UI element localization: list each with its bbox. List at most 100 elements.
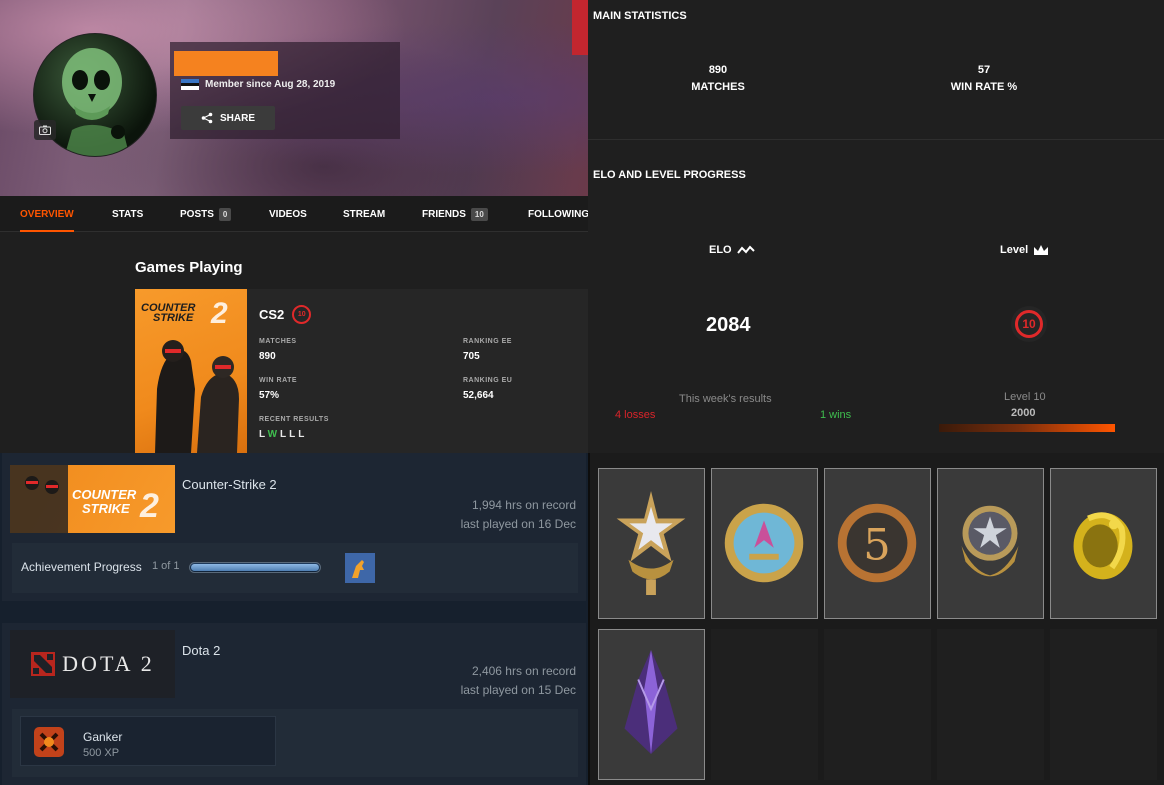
achievement-progress-bar bbox=[189, 562, 321, 573]
svg-text:5: 5 bbox=[863, 521, 890, 571]
skill-level-badge: 10 bbox=[292, 305, 312, 324]
achievement-progress-row[interactable]: Achievement Progress 1 of 1 bbox=[12, 543, 578, 593]
achievement-progress-label: Achievement Progress bbox=[21, 560, 142, 574]
losses-count: 4 losses bbox=[615, 409, 656, 421]
elo-trend-icon bbox=[736, 245, 755, 254]
result-loss: L bbox=[289, 429, 299, 440]
change-avatar-camera-button[interactable] bbox=[34, 120, 56, 140]
tab-posts[interactable]: POSTS 0 bbox=[180, 196, 232, 232]
hours-on-record: 1,994 hrs on record bbox=[471, 498, 576, 512]
result-loss: L bbox=[280, 429, 290, 440]
cs2-capsule-art: COUNTER STRIKE 2 bbox=[10, 465, 159, 533]
dota2-steam-card[interactable]: DOTA 2 Dota 2 2,406 hrs on record last p… bbox=[2, 623, 586, 785]
result-loss: L bbox=[259, 429, 268, 440]
inventory-item[interactable] bbox=[598, 468, 705, 619]
share-label: SHARE bbox=[219, 112, 255, 124]
posts-count-badge: 0 bbox=[218, 207, 232, 221]
tab-overview[interactable]: OVERVIEW bbox=[20, 196, 74, 232]
share-icon bbox=[201, 112, 213, 124]
main-statistics-title: MAIN STATISTICS bbox=[593, 10, 687, 22]
win-rate-value: 57% bbox=[259, 390, 280, 401]
global-offensive-badge-icon bbox=[961, 505, 1019, 577]
inventory-empty-slot bbox=[824, 629, 931, 780]
tab-label: STATS bbox=[112, 208, 144, 220]
inventory-item[interactable] bbox=[937, 468, 1044, 619]
ganker-badge-icon bbox=[34, 727, 64, 757]
five-year-veteran-coin-icon: 5 bbox=[837, 503, 917, 583]
steam-recent-games: COUNTER STRIKE 2 Counter-Strike 2 1,994 … bbox=[0, 453, 588, 785]
result-loss: L bbox=[298, 429, 308, 440]
matches-stat-label: MATCHES bbox=[691, 81, 745, 93]
cs2-capsule-image: COUNTER STRIKE 2 bbox=[10, 465, 175, 533]
member-since-text: Member since Aug 28, 2019 bbox=[205, 79, 336, 90]
matches-value: 890 bbox=[259, 351, 276, 362]
tab-following[interactable]: FOLLOWING bbox=[528, 196, 588, 232]
dota2-capsule-image: DOTA 2 bbox=[10, 630, 175, 698]
badge-row: Ganker 500 XP bbox=[12, 709, 578, 777]
games-playing-heading: Games Playing bbox=[135, 259, 243, 276]
screenshot-collage: Member since Aug 28, 2019 SHARE OVERVIEW… bbox=[0, 0, 1164, 785]
crown-icon bbox=[1034, 245, 1049, 255]
cs2-steam-card[interactable]: COUNTER STRIKE 2 Counter-Strike 2 1,994 … bbox=[2, 453, 586, 601]
tab-label: FOLLOWING bbox=[528, 208, 588, 220]
elo-heading: ELO bbox=[709, 244, 755, 256]
week-results-label: This week's results bbox=[679, 393, 772, 405]
badge-name: Ganker bbox=[83, 730, 123, 744]
level-progress-bar bbox=[939, 424, 1115, 432]
inventory-item[interactable] bbox=[711, 468, 818, 619]
inventory-grid: 5 bbox=[590, 453, 1164, 785]
achievement-icon[interactable] bbox=[345, 553, 375, 583]
matches-label: MATCHES bbox=[259, 338, 297, 345]
recent-results: LWLLL bbox=[259, 429, 307, 440]
tab-label: OVERVIEW bbox=[20, 208, 74, 220]
win-rate-label: WIN RATE bbox=[259, 377, 298, 384]
badge-xp: 500 XP bbox=[83, 747, 120, 759]
inventory-item[interactable] bbox=[1050, 468, 1157, 619]
level-heading: Level bbox=[1000, 244, 1049, 256]
service-medal-star-icon bbox=[616, 491, 686, 596]
ranking-eu-value: 52,664 bbox=[463, 390, 494, 401]
ganker-badge[interactable]: Ganker 500 XP bbox=[20, 716, 276, 766]
tab-label: STREAM bbox=[343, 208, 386, 220]
profile-tabs: OVERVIEW STATS POSTS 0 VIDEOS STREAM FRIE… bbox=[0, 196, 588, 232]
result-win: W bbox=[267, 429, 281, 440]
achievement-count: 1 of 1 bbox=[152, 560, 180, 572]
statistics-panel: MAIN STATISTICS 890 MATCHES 57 WIN RATE … bbox=[588, 0, 1164, 453]
inventory-item[interactable] bbox=[598, 629, 705, 780]
ranking-ee-value: 705 bbox=[463, 351, 480, 362]
steam-game-name[interactable]: Dota 2 bbox=[182, 643, 220, 658]
purple-crystal-charm-icon bbox=[624, 650, 678, 755]
level-text: Level 10 bbox=[1004, 391, 1046, 403]
faceit-profile-panel: Member since Aug 28, 2019 SHARE OVERVIEW… bbox=[0, 0, 588, 453]
elo-level-progress-title: ELO AND LEVEL PROGRESS bbox=[593, 169, 746, 181]
level-badge: 10 bbox=[1011, 306, 1047, 342]
cs2-game-card[interactable]: COUNTER STRIKE 2 CS2 10 MATCHES 890 WIN … bbox=[135, 289, 588, 453]
steam-game-name[interactable]: Counter-Strike 2 bbox=[182, 477, 277, 492]
share-button[interactable]: SHARE bbox=[181, 106, 275, 130]
last-played: last played on 15 Dec bbox=[460, 683, 576, 697]
golden-dragon-pin-icon bbox=[1073, 512, 1133, 580]
tab-stream[interactable]: STREAM bbox=[343, 196, 385, 232]
recent-results-label: RECENT RESULTS bbox=[259, 416, 329, 423]
divider bbox=[588, 139, 1164, 140]
tab-stats[interactable]: STATS bbox=[112, 196, 143, 232]
dota2-logo-icon bbox=[31, 652, 56, 676]
inventory-item[interactable]: 5 bbox=[824, 468, 931, 619]
matches-stat-value: 890 bbox=[708, 64, 728, 76]
tab-label: FRIENDS bbox=[422, 208, 466, 220]
cs2-cover-art: COUNTER STRIKE 2 bbox=[135, 289, 247, 453]
tab-label: VIDEOS bbox=[269, 208, 307, 220]
inventory-empty-slot bbox=[711, 629, 818, 780]
achievement-progress-fill bbox=[191, 564, 319, 571]
level-points: 2000 bbox=[1011, 407, 1036, 419]
dota2-logo-text: DOTA 2 bbox=[62, 651, 155, 676]
elo-value: 2084 bbox=[706, 314, 751, 336]
estonia-flag-icon bbox=[181, 79, 199, 91]
tab-videos[interactable]: VIDEOS bbox=[269, 196, 307, 232]
tab-friends[interactable]: FRIENDS 10 bbox=[422, 196, 488, 232]
svg-text:STRIKE: STRIKE bbox=[82, 501, 130, 516]
username-redacted bbox=[174, 51, 278, 76]
matches-stat: 890 MATCHES bbox=[648, 62, 788, 96]
last-played: last played on 16 Dec bbox=[460, 517, 576, 531]
camera-icon bbox=[39, 125, 51, 135]
